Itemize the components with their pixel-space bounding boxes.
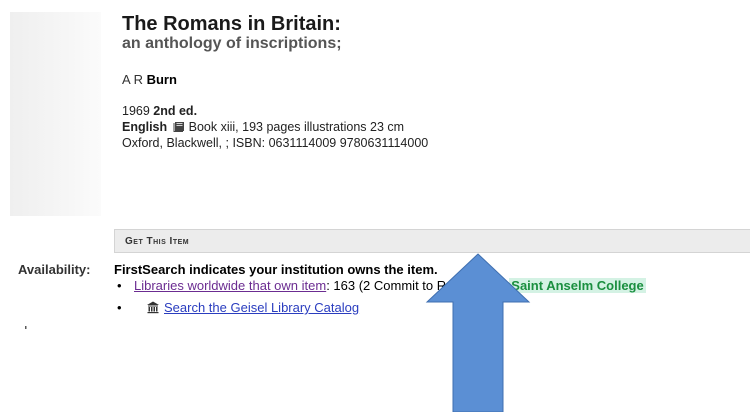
libraries-count: : 163 (2 Commit to Retain) [326,278,479,293]
get-this-item-header: Get This Item [114,229,750,253]
format-description: Book xiii, 193 pages illustrations 23 cm [188,120,405,134]
edition: 2nd ed. [153,104,198,118]
up-arrow-annotation [425,253,531,412]
institution-building-icon [493,279,506,292]
bullet-icon: • [117,300,122,315]
book-title[interactable]: The Romans in Britain: [122,13,341,36]
institution-highlight: Saint Anselm College [509,278,646,293]
publication-year: 1969 [122,104,154,118]
search-catalog-link[interactable]: Search the Geisel Library Catalog [164,300,359,315]
book-icon [173,122,184,132]
library-building-icon [147,301,159,314]
author-initials: A R [122,72,147,87]
format-row: English Book xiii, 193 pages illustratio… [122,119,428,135]
language: English [122,120,168,134]
bullet-icon: • [117,278,122,293]
get-this-item-label: Get This Item [125,236,190,247]
book-subtitle: an anthology of inscriptions; [122,35,342,52]
libraries-row: Libraries worldwide that own item: 163 (… [134,278,646,293]
clipped-text-fragment: ' F [18,326,32,330]
availability-label: Availability: [18,262,91,277]
book-author[interactable]: A R Burn [122,72,177,87]
author-surname[interactable]: Burn [147,72,177,87]
availability-status: FirstSearch indicates your institution o… [114,262,438,277]
institution-name[interactable]: Saint Anselm College [511,278,643,293]
clipped-text-fragment: - - - - - [136,326,172,330]
publication-year-row: 1969 2nd ed. [122,103,428,119]
book-details: 1969 2nd ed. English Book xiii, 193 page… [122,103,428,151]
publisher-isbn: Oxford, Blackwell, ; ISBN: 0631114009 97… [122,136,429,150]
book-cover-placeholder [10,12,101,216]
catalog-row: Search the Geisel Library Catalog [146,300,359,315]
libraries-worldwide-link[interactable]: Libraries worldwide that own item [134,278,326,293]
clipped-next-row: ' F - - - - - [0,326,230,330]
